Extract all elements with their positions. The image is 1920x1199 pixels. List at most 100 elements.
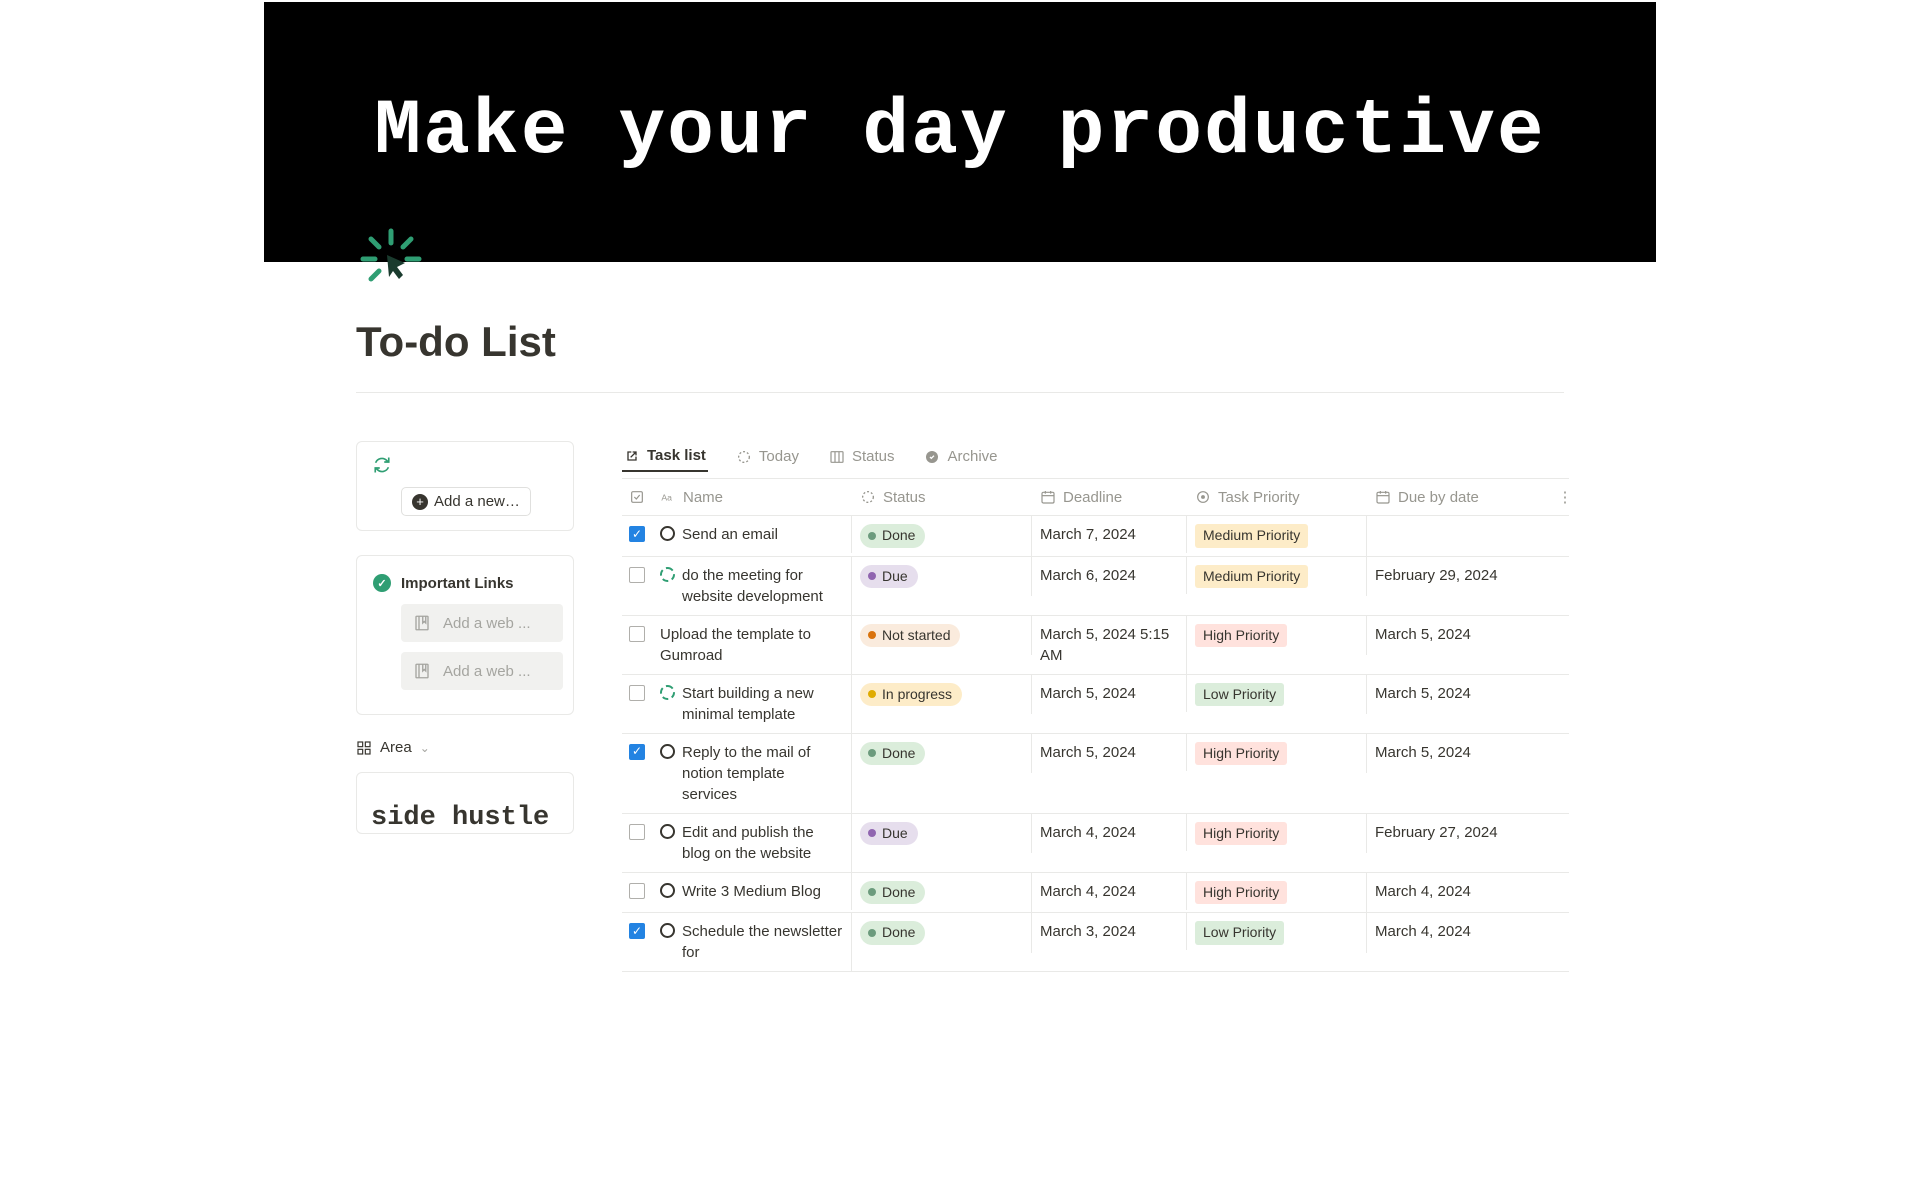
tab-archive[interactable]: Archive [922,442,999,471]
status-dot-icon [868,929,876,937]
cell-deadline[interactable]: March 4, 2024 [1032,873,1187,910]
table-row[interactable]: Upload the template to GumroadNot starte… [622,616,1569,675]
cell-status[interactable]: Due [852,557,1032,597]
row-checkbox[interactable] [629,685,645,701]
priority-badge: Medium Priority [1195,565,1308,589]
cell-deadline[interactable]: March 3, 2024 [1032,913,1187,950]
cell-priority[interactable]: Low Priority [1187,913,1367,953]
circle-icon [660,923,675,938]
deadline-value: March 5, 2024 5:15 AM [1040,624,1178,666]
tab-task-list[interactable]: Task list [622,441,708,472]
tab-status[interactable]: Status [827,442,897,471]
tab-label: Archive [947,448,997,465]
row-spacer [1557,814,1573,830]
cell-name[interactable]: Edit and publish the blog on the website [652,814,852,872]
circle-icon [660,883,675,898]
tab-today[interactable]: Today [734,442,801,471]
cell-status[interactable]: Done [852,516,1032,556]
row-spacer [1557,557,1573,573]
row-checkbox[interactable] [629,824,645,840]
table-row[interactable]: ✓ Schedule the newsletter forDone March 3,… [622,913,1569,972]
cell-name[interactable]: Start building a new minimal template [652,675,852,733]
cell-priority[interactable]: High Priority [1187,814,1367,854]
row-checkbox[interactable] [629,626,645,642]
add-web-bookmark-1[interactable]: Add a web ... [401,604,563,642]
cell-priority[interactable]: Low Priority [1187,675,1367,715]
dashed-circle-icon [660,567,675,582]
row-spacer [1557,516,1573,532]
cell-priority[interactable]: Medium Priority [1187,516,1367,556]
cell-status[interactable]: Done [852,913,1032,953]
cell-deadline[interactable]: March 6, 2024 [1032,557,1187,594]
cell-deadline[interactable]: March 4, 2024 [1032,814,1187,851]
cell-status[interactable]: Due [852,814,1032,854]
cell-name[interactable]: do the meeting for website development [652,557,852,615]
due-value: March 4, 2024 [1375,881,1471,902]
column-header-task-priority[interactable]: Task Priority [1187,479,1367,515]
hero-text: Make your day productive [374,88,1545,176]
cell-deadline[interactable]: March 5, 2024 [1032,734,1187,771]
add-web-bookmark-2[interactable]: Add a web ... [401,652,563,690]
cell-name[interactable]: Send an email [652,516,852,553]
cell-name[interactable]: Write 3 Medium Blog [652,873,852,910]
table-row[interactable]: do the meeting for website development Du… [622,557,1569,616]
deadline-value: March 3, 2024 [1040,921,1136,942]
row-checkbox[interactable] [629,567,645,583]
row-spacer [1557,616,1573,632]
cell-due-by-date[interactable]: March 4, 2024 [1367,913,1557,950]
page-title[interactable]: To-do List [356,318,1564,366]
status-label: Done [882,526,915,546]
cell-due-by-date[interactable] [1367,516,1557,532]
table-row[interactable]: Edit and publish the blog on the website… [622,814,1569,873]
row-checkbox[interactable]: ✓ [629,923,645,939]
cell-status[interactable]: Done [852,734,1032,774]
page-icon-cursor-burst[interactable] [359,227,423,291]
add-new-task-button[interactable]: + Add a new t... [401,487,531,516]
table-row[interactable]: ✓ Send an email Done March 7, 2024Medium Pr… [622,516,1569,557]
column-label: Due by date [1398,489,1479,506]
column-header-deadline[interactable]: Deadline [1032,479,1187,515]
row-checkbox[interactable]: ✓ [629,526,645,542]
row-checkbox[interactable] [629,883,645,899]
cell-priority[interactable]: High Priority [1187,734,1367,774]
cell-due-by-date[interactable]: February 29, 2024 [1367,557,1557,594]
cell-deadline[interactable]: March 5, 2024 5:15 AM [1032,616,1187,674]
add-task-card: + Add a new t... [356,441,574,531]
column-header-name[interactable]: AaName [652,479,852,515]
cell-priority[interactable]: High Priority [1187,873,1367,913]
row-checkbox[interactable]: ✓ [629,744,645,760]
cell-due-by-date[interactable]: March 5, 2024 [1367,675,1557,712]
status-label: Done [882,883,915,903]
task-name: Edit and publish the blog on the website [682,822,843,864]
cell-due-by-date[interactable]: February 27, 2024 [1367,814,1557,851]
row-spacer [1557,675,1573,691]
column-header-status[interactable]: Status [852,479,1032,515]
cell-name[interactable]: Reply to the mail of notion template ser… [652,734,852,813]
dashed-circle-icon [736,449,752,465]
cell-name[interactable]: Schedule the newsletter for [652,913,852,971]
cell-due-by-date[interactable]: March 4, 2024 [1367,873,1557,910]
status-label: Due [882,567,908,587]
cell-name[interactable]: Upload the template to Gumroad [652,616,852,674]
table-row[interactable]: ✓ Reply to the mail of notion template se… [622,734,1569,814]
cell-deadline[interactable]: March 5, 2024 [1032,675,1187,712]
cell-priority[interactable]: Medium Priority [1187,557,1367,597]
table-row[interactable]: Write 3 Medium BlogDoneMarch 4, 2024High… [622,873,1569,914]
cell-due-by-date[interactable]: March 5, 2024 [1367,616,1557,653]
column-more-icon[interactable]: ⋮ [1557,479,1574,515]
status-dot-icon [868,690,876,698]
column-header-due-by-date[interactable]: Due by date [1367,479,1557,515]
area-view-selector[interactable]: Area ⌄ [356,739,574,756]
cell-priority[interactable]: High Priority [1187,616,1367,656]
plus-circle-icon: + [412,494,428,510]
cell-status[interactable]: In progress [852,675,1032,715]
table-row[interactable]: Start building a new minimal templateIn … [622,675,1569,734]
check-circle-icon: ✓ [373,574,391,592]
cell-due-by-date[interactable]: March 5, 2024 [1367,734,1557,771]
side-hustle-card[interactable]: side hustle [356,772,574,834]
cell-status[interactable]: Done [852,873,1032,913]
cell-deadline[interactable]: March 7, 2024 [1032,516,1187,553]
cell-status[interactable]: Not started [852,616,1032,656]
column-header-checkbox[interactable] [622,479,652,515]
task-name: do the meeting for website development [682,565,843,607]
